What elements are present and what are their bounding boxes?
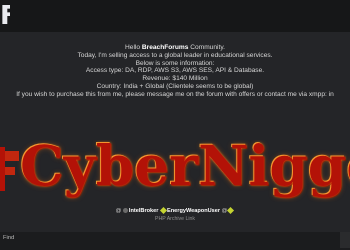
signature-banner: CyberNigge: [0, 140, 350, 202]
post-line-access-type: Access type: DA, RDP, AWS S3, AWS SES, A…: [85, 67, 265, 75]
post-line-intro: Today, I'm selling access to a global le…: [77, 51, 273, 59]
user-link-energyweaponuser[interactable]: EnergyWeaponUser: [167, 208, 220, 214]
footer-bar: [0, 232, 350, 250]
footer-action-button[interactable]: [340, 232, 350, 248]
gem-icon-2: [227, 206, 235, 215]
gem-icon: [159, 206, 168, 215]
post-body: Hello BreachForums Community. Today, I'm…: [0, 44, 350, 99]
greeting-suffix: Community.: [188, 44, 225, 51]
signature-users: @ IntelBroker EnergyWeaponUser @: [0, 206, 350, 215]
post-line-contact: If you wish to purchase this from me, pl…: [16, 90, 334, 98]
banner-flag-icon: [0, 147, 19, 191]
at-symbol: @: [115, 208, 122, 214]
greeting-line: Hello BreachForums Community.: [0, 44, 350, 52]
forum-name: BreachForums: [141, 44, 189, 51]
post-line-country: Country: India + Global (Clientele seems…: [96, 82, 254, 90]
avatar: [122, 208, 128, 214]
post-line-info-header: Below is some information:: [135, 59, 215, 67]
find-button[interactable]: Find: [0, 233, 17, 244]
top-bar: F: [0, 0, 350, 32]
site-logo[interactable]: F: [0, 1, 10, 31]
user-link-intelbroker[interactable]: IntelBroker: [129, 208, 159, 214]
greeting-text: Hello: [125, 44, 142, 51]
post-line-revenue: Revenue: $140 Million: [142, 75, 208, 83]
banner-text: CyberNigge: [20, 140, 350, 198]
php-archive-link[interactable]: PHP Archive Link: [0, 216, 350, 222]
